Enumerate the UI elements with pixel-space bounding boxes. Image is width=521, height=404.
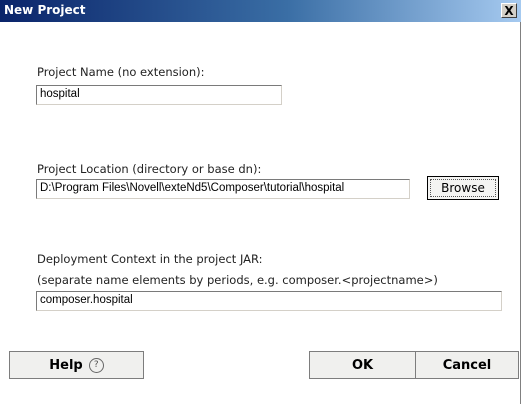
project-location-input[interactable]: D:\Program Files\Novell\exteNd5\Composer… [36, 179, 410, 199]
dialog-body: Project Name (no extension): hospital Pr… [0, 22, 521, 404]
title-bar: New Project X [0, 0, 521, 22]
project-name-input[interactable]: hospital [36, 85, 282, 105]
window-title: New Project [4, 3, 86, 17]
cancel-button[interactable]: Cancel [415, 351, 519, 379]
close-icon: X [504, 3, 514, 18]
help-icon: ? [88, 357, 104, 373]
close-button[interactable]: X [501, 3, 517, 18]
help-button-label: Help [49, 357, 83, 373]
browse-button[interactable]: Browse [427, 176, 499, 200]
cancel-button-label: Cancel [442, 357, 492, 373]
deployment-context-label: Deployment Context in the project JAR: [37, 252, 263, 266]
ok-button-label: OK [351, 357, 374, 373]
focus-ring [430, 179, 496, 197]
help-button[interactable]: Help ? [9, 351, 144, 379]
deployment-context-input[interactable]: composer.hospital [36, 291, 502, 311]
project-name-label: Project Name (no extension): [37, 65, 205, 79]
project-location-label: Project Location (directory or base dn): [37, 162, 262, 176]
deployment-context-hint: (separate name elements by periods, e.g.… [37, 273, 438, 287]
ok-button[interactable]: OK [309, 351, 416, 379]
